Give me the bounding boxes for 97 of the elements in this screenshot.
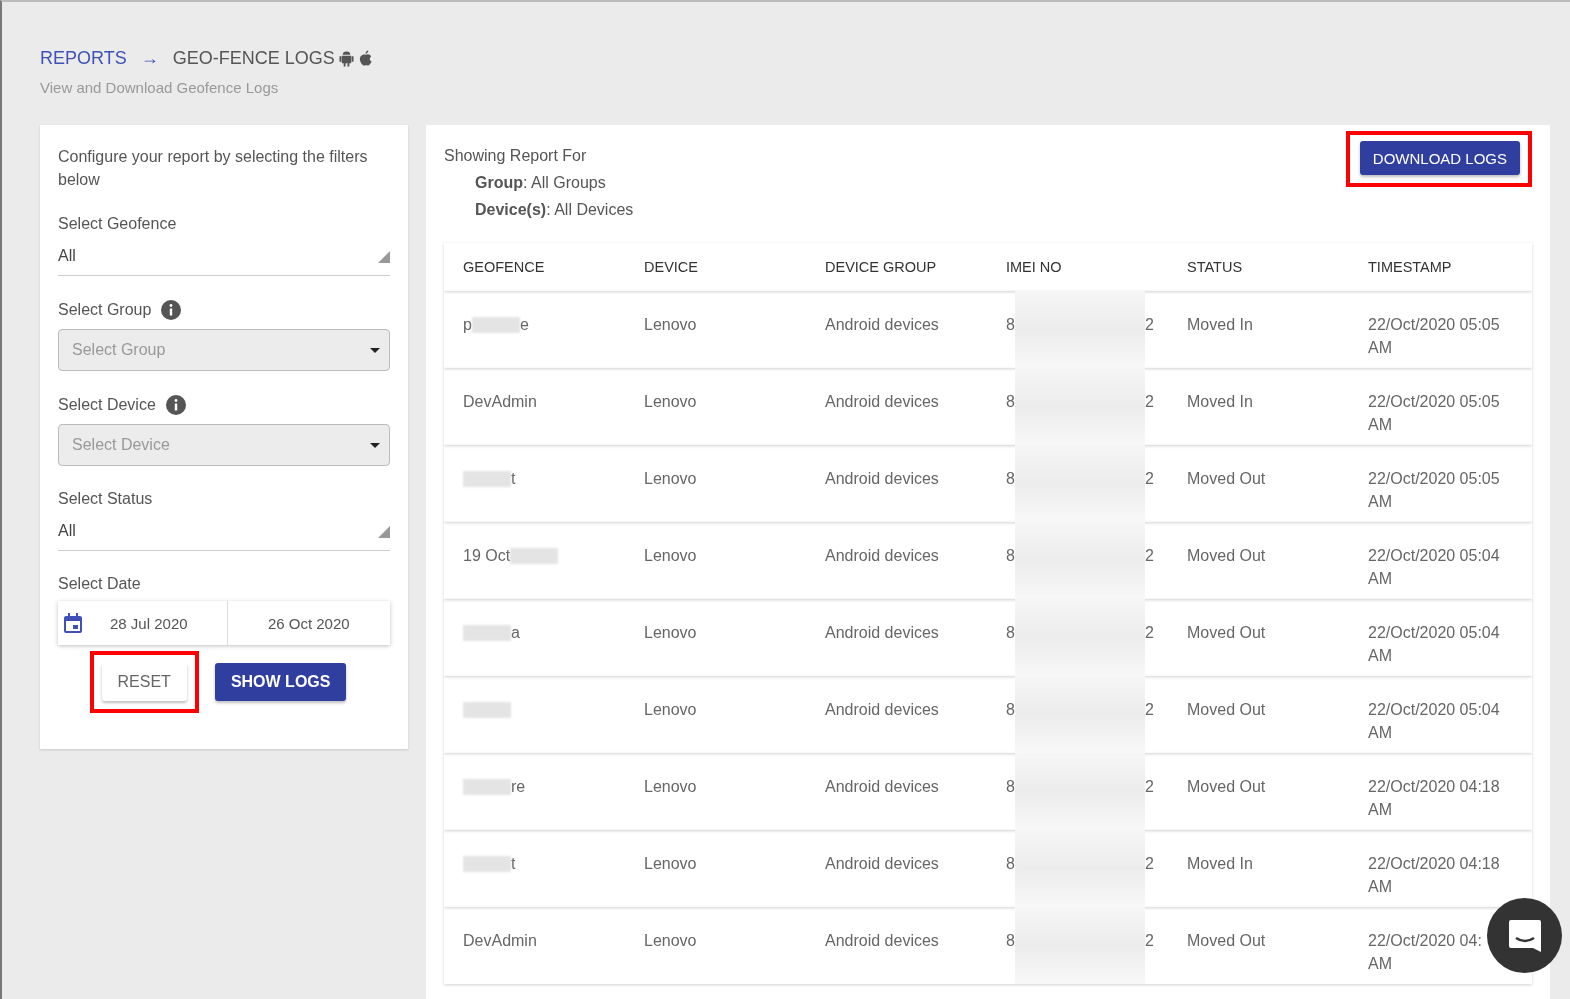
table-cell-text: Moved In xyxy=(1187,392,1254,412)
table-cell-text: Moved In xyxy=(1187,854,1254,874)
table-cell-text: Android devices xyxy=(825,392,940,412)
imei-cell: 8 2 xyxy=(1006,852,1187,907)
imei-cell: 8 2 xyxy=(1006,390,1187,445)
page-title: GEO-FENCE LOGS xyxy=(172,48,335,69)
reports-link[interactable]: REPORTS xyxy=(40,48,127,69)
table-cell-text: Android devices xyxy=(825,854,940,874)
timestamp-text: 22/Oct/2020 05:04 AM xyxy=(1368,700,1500,743)
column-header: TIMESTAMP xyxy=(1368,259,1453,275)
table-cell-text: Android devices xyxy=(825,700,940,720)
timestamp-text: 22/Oct/2020 05:05 AM xyxy=(1368,469,1500,512)
field-label: Select Status xyxy=(58,490,153,508)
imei-cell: 8 2 xyxy=(1006,467,1187,522)
geofence-text: t xyxy=(511,469,516,489)
timestamp-text: 22/Oct/2020 04:18 AM xyxy=(1368,854,1500,897)
table-cell-text: Moved Out xyxy=(1187,546,1267,566)
redaction-blur xyxy=(463,779,511,795)
table-cell-text: Moved Out xyxy=(1187,469,1267,489)
report-detail: Group: All Groups xyxy=(475,174,607,192)
caret-icon xyxy=(370,442,380,448)
android-icon xyxy=(338,50,354,67)
imei-cell: 8 2 xyxy=(1006,544,1187,599)
redaction-blur xyxy=(463,625,511,641)
table-cell-text: Lenovo xyxy=(644,392,698,412)
table-cell-text: Lenovo xyxy=(644,931,698,951)
column-header: GEOFENCE xyxy=(463,259,546,275)
geofence-text: e xyxy=(519,315,529,335)
table-cell-text: Moved Out xyxy=(1187,700,1267,720)
table-cell-text: Android devices xyxy=(825,546,940,566)
timestamp-text: 22/Oct/2020 05:04 AM xyxy=(1368,546,1500,589)
corner-arrow-icon xyxy=(378,251,390,263)
redaction-blur xyxy=(510,548,559,564)
column-header: DEVICE xyxy=(644,259,699,275)
imei-cell: 8 2 xyxy=(1006,929,1187,984)
select-field[interactable]: All xyxy=(58,508,390,551)
timestamp-text: 22/Oct/2020 05:05 AM xyxy=(1368,315,1500,358)
reset-button[interactable]: RESET xyxy=(101,663,187,701)
geofence-text: a xyxy=(511,623,520,643)
page-subtitle: View and Download Geofence Logs xyxy=(40,79,280,96)
report-heading: Showing Report For xyxy=(444,147,588,165)
table-cell-text: Moved Out xyxy=(1187,623,1267,643)
end-date-field[interactable]: 26 Oct 2020 xyxy=(227,601,390,645)
imei-cell: 8 2 xyxy=(1006,313,1187,368)
column-header: DEVICE GROUP xyxy=(825,259,938,275)
timestamp-text: 22/Oct/2020 05:05 AM xyxy=(1368,392,1500,435)
corner-arrow-icon xyxy=(378,526,390,538)
table-cell-text: Android devices xyxy=(825,931,940,951)
filter-instructions: Configure your report by selecting the filters below xyxy=(58,147,369,190)
redaction-blur xyxy=(463,471,511,487)
report-detail: Device(s): All Devices xyxy=(475,201,634,219)
info-icon[interactable] xyxy=(161,300,182,320)
table-cell-text: Moved In xyxy=(1187,315,1254,335)
table-cell-text: Lenovo xyxy=(644,546,698,566)
field-label: Select Geofence xyxy=(58,215,177,233)
field-label: Select Group xyxy=(58,301,152,319)
geofence-text: re xyxy=(511,777,526,797)
timestamp-text: 22/Oct/2020 05:04 AM xyxy=(1368,623,1500,666)
table-cell-text: Android devices xyxy=(825,623,940,643)
download-logs-button[interactable]: DOWNLOAD LOGS xyxy=(1359,141,1520,175)
table-cell-text: Lenovo xyxy=(644,854,698,874)
table-cell-text: Android devices xyxy=(825,469,940,489)
field-label: Select Device xyxy=(58,396,156,414)
caret-icon xyxy=(370,347,380,353)
redaction-blur xyxy=(463,856,511,872)
table-cell-text: Lenovo xyxy=(644,623,698,643)
imei-cell: 8 2 xyxy=(1006,698,1187,753)
redaction-blur xyxy=(471,317,520,333)
table-cell-text: Android devices xyxy=(825,777,940,797)
apple-icon xyxy=(357,50,373,67)
breadcrumb-arrow: → xyxy=(140,48,159,69)
geofence-text: DevAdmin xyxy=(463,931,537,951)
geofence-text: DevAdmin xyxy=(463,392,537,412)
timestamp-text: 22/Oct/2020 04:18 AM xyxy=(1368,777,1500,820)
redaction-blur xyxy=(463,702,511,718)
field-label: Select Date xyxy=(58,575,141,593)
info-icon[interactable] xyxy=(165,395,186,415)
column-header: STATUS xyxy=(1187,259,1244,275)
table-cell-text: Lenovo xyxy=(644,315,698,335)
calendar-icon xyxy=(64,613,82,633)
imei-cell: 8 2 xyxy=(1006,621,1187,676)
table-cell-text: Lenovo xyxy=(644,777,698,797)
chat-icon xyxy=(1506,917,1543,954)
timestamp-text: 22/Oct/2020 04: AM xyxy=(1368,931,1482,974)
table-cell-text: Lenovo xyxy=(644,469,698,489)
start-date-field[interactable]: 28 Jul 2020 xyxy=(58,601,228,645)
geofence-text: p xyxy=(463,315,472,335)
show-logs-button[interactable]: SHOW LOGS xyxy=(214,663,347,701)
table-cell-text: Moved Out xyxy=(1187,931,1267,951)
imei-cell: 8 2 xyxy=(1006,775,1187,830)
table-cell-text: Lenovo xyxy=(644,700,698,720)
column-header: IMEI NO xyxy=(1006,259,1063,275)
geofence-text: t xyxy=(511,854,516,874)
geofence-text: 19 Oct xyxy=(463,546,511,566)
table-cell-text: Android devices xyxy=(825,315,940,335)
table-cell-text: Moved Out xyxy=(1187,777,1267,797)
select-field[interactable]: All xyxy=(58,233,390,276)
